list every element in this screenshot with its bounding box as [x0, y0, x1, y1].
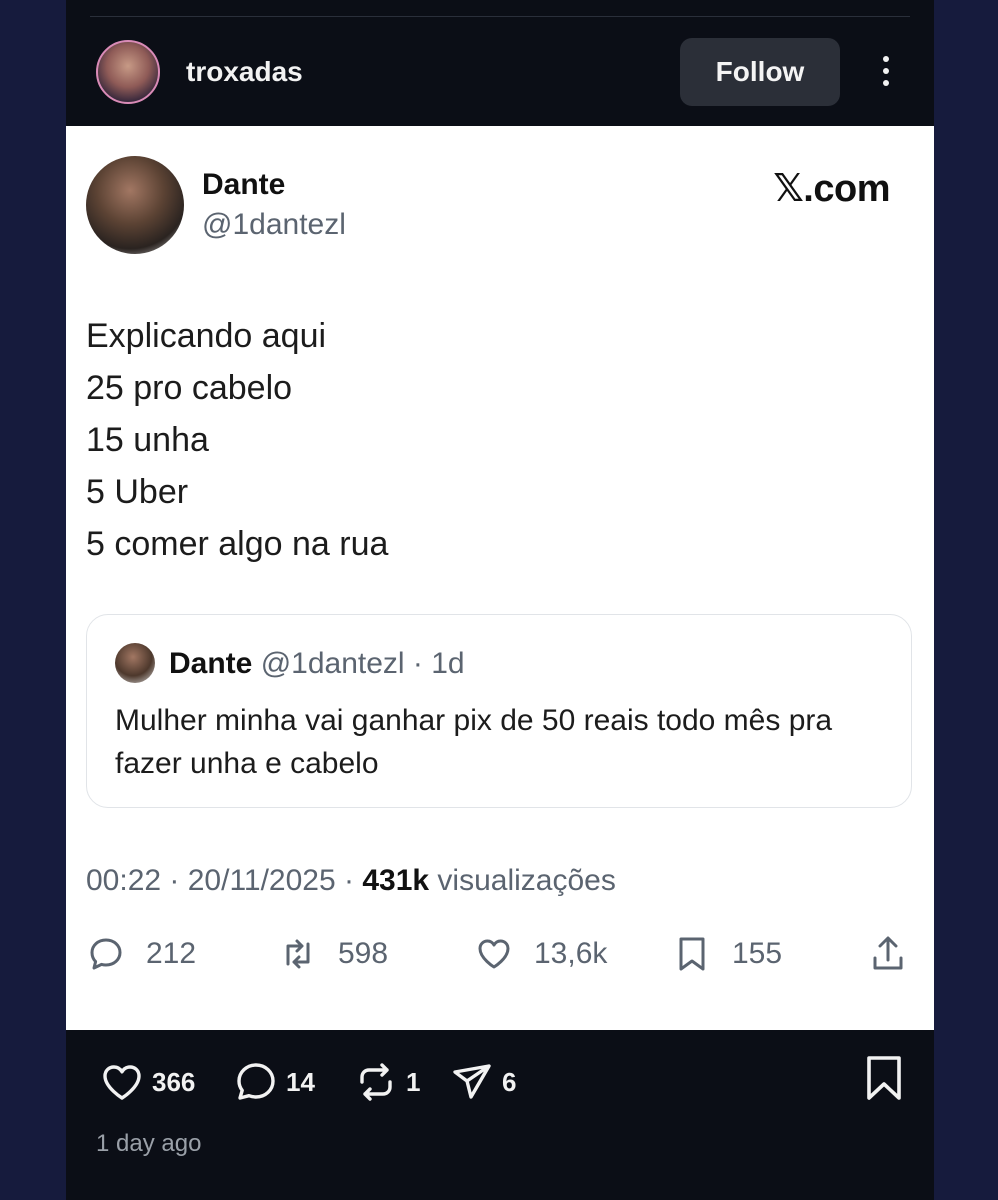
quoted-author-name: Dante — [169, 647, 253, 680]
share-count: 6 — [502, 1066, 517, 1097]
tweet-text: Explicando aqui 25 pro cabelo 15 unha 5 … — [86, 310, 388, 570]
post-timestamp: 1 day ago — [96, 1130, 202, 1157]
comment-icon — [237, 1063, 275, 1100]
send-icon — [453, 1064, 491, 1099]
tweet-line: 25 pro cabelo — [86, 369, 293, 407]
tweet-bookmark: 155 — [672, 934, 782, 974]
divider — [90, 16, 910, 17]
retweet-icon — [286, 939, 310, 969]
tweet-share — [868, 934, 908, 974]
tweet-line: Explicando aqui — [86, 317, 327, 355]
follow-button[interactable]: Follow — [680, 38, 840, 106]
like-count: 366 — [152, 1066, 196, 1097]
quoted-text: Mulher minha vai ganhar pix de 50 reais … — [115, 704, 833, 780]
phone-screen: troxadas Follow Dante @1dantezl 𝕏.com Ex… — [66, 0, 934, 1200]
tweet-reply: 212 — [86, 934, 196, 974]
avatar[interactable] — [96, 40, 160, 104]
reply-count: 212 — [146, 937, 197, 970]
save-bookmark-icon[interactable] — [862, 1054, 906, 1102]
bookmark-icon — [679, 937, 705, 971]
comment-count: 14 — [286, 1066, 315, 1097]
tweet-avatar — [86, 156, 184, 254]
quoted-handle-meta: @1dantezl · 1d — [260, 647, 465, 680]
repost-icon — [360, 1063, 392, 1101]
tweet-author-name: Dante — [202, 168, 286, 201]
share-button[interactable]: 6 — [450, 1060, 516, 1104]
retweet-count: 598 — [338, 937, 389, 970]
tweet-retweet: 598 — [278, 934, 388, 974]
heart-icon — [478, 939, 510, 969]
reply-icon — [90, 938, 122, 970]
post-username[interactable]: troxadas — [186, 56, 303, 88]
like-count: 13,6k — [534, 937, 608, 970]
views-label: visualizações — [429, 864, 616, 897]
tweet-like: 13,6k — [474, 934, 607, 974]
tweet-timestamp: 00:22 · 20/11/2025 · — [86, 864, 363, 897]
like-button[interactable]: 366 — [100, 1060, 195, 1104]
quoted-tweet: Dante @1dantezl · 1d Mulher minha vai ga… — [86, 614, 912, 808]
post-header: troxadas Follow — [66, 38, 934, 108]
tweet-line: 5 comer algo na rua — [86, 525, 389, 563]
quoted-avatar — [115, 643, 155, 683]
tweet-screenshot: Dante @1dantezl 𝕏.com Explicando aqui 25… — [66, 126, 934, 1030]
heart-icon — [103, 1065, 141, 1100]
tweet-actions: 212 598 13,6k 155 — [86, 934, 912, 984]
repost-button[interactable]: 1 — [354, 1060, 420, 1104]
views-count: 431k — [362, 864, 430, 897]
tweet-stats: 00:22 · 20/11/2025 · 431k visualizações — [86, 864, 616, 898]
tweet-line: 15 unha — [86, 421, 209, 459]
share-icon — [873, 936, 903, 970]
more-options-icon[interactable] — [874, 52, 898, 92]
repost-count: 1 — [406, 1066, 421, 1097]
comment-button[interactable]: 14 — [234, 1060, 315, 1104]
tweet-line: 5 Uber — [86, 473, 189, 511]
tweet-author-handle: @1dantezl — [202, 208, 346, 241]
post-actions: 366 14 1 6 — [66, 1052, 934, 1112]
x-logo: 𝕏.com — [773, 168, 890, 210]
quoted-header: Dante @1dantezl · 1d — [169, 647, 465, 681]
bookmark-count: 155 — [732, 937, 783, 970]
